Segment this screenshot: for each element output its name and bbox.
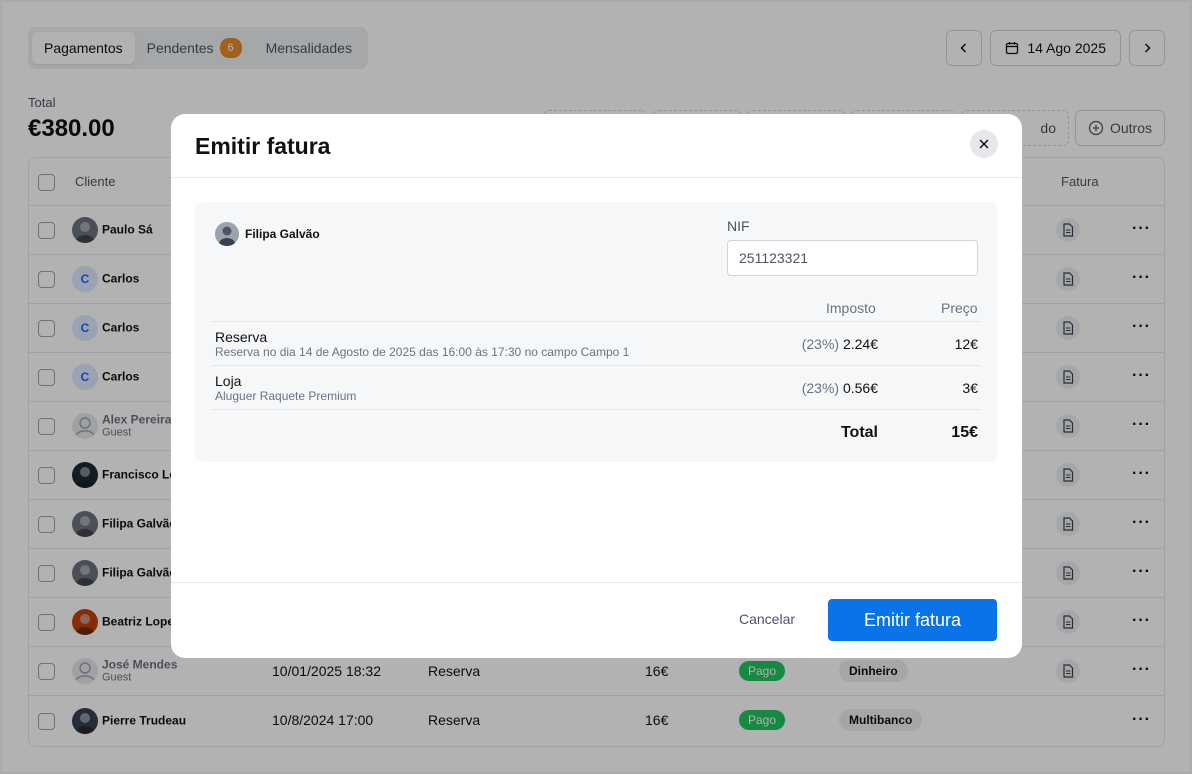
invoice-client: Filipa Galvão: [215, 222, 320, 246]
item-desc-reserva: Reserva no dia 14 de Agosto de 2025 das …: [215, 345, 630, 359]
item-price-loja: 3€: [962, 380, 978, 396]
column-header-imposto: Imposto: [826, 300, 876, 316]
emitir-fatura-modal: Emitir fatura Filipa Galvão NIF Imposto …: [171, 114, 1022, 658]
modal-title: Emitir fatura: [195, 133, 331, 159]
invoice-card: Filipa Galvão NIF Imposto Preço Reserva …: [195, 202, 998, 462]
invoice-total-value: 15€: [951, 424, 978, 441]
item-name-loja: Loja: [215, 373, 242, 389]
cancel-button[interactable]: Cancelar: [739, 611, 795, 627]
nif-label: NIF: [727, 218, 750, 234]
header-divider: [171, 177, 1022, 178]
close-modal-button[interactable]: [970, 130, 998, 158]
invoice-total-label: Total: [840, 424, 878, 441]
close-icon: [979, 139, 989, 149]
client-avatar: [215, 222, 239, 246]
divider: [211, 321, 981, 322]
item-price-reserva: 12€: [954, 336, 978, 352]
client-name: Filipa Galvão: [245, 227, 320, 241]
emitir-fatura-button[interactable]: Emitir fatura: [828, 599, 997, 641]
item-tax-reserva: (23%) 2.24€: [801, 336, 878, 352]
divider: [211, 365, 981, 366]
item-tax-loja: (23%) 0.56€: [801, 380, 878, 396]
footer-divider: [171, 582, 1022, 583]
column-header-preco: Preço: [941, 300, 978, 316]
nif-input[interactable]: [727, 240, 978, 276]
divider: [211, 409, 981, 410]
item-name-reserva: Reserva: [215, 329, 268, 345]
item-desc-loja: Aluguer Raquete Premium: [215, 389, 357, 403]
